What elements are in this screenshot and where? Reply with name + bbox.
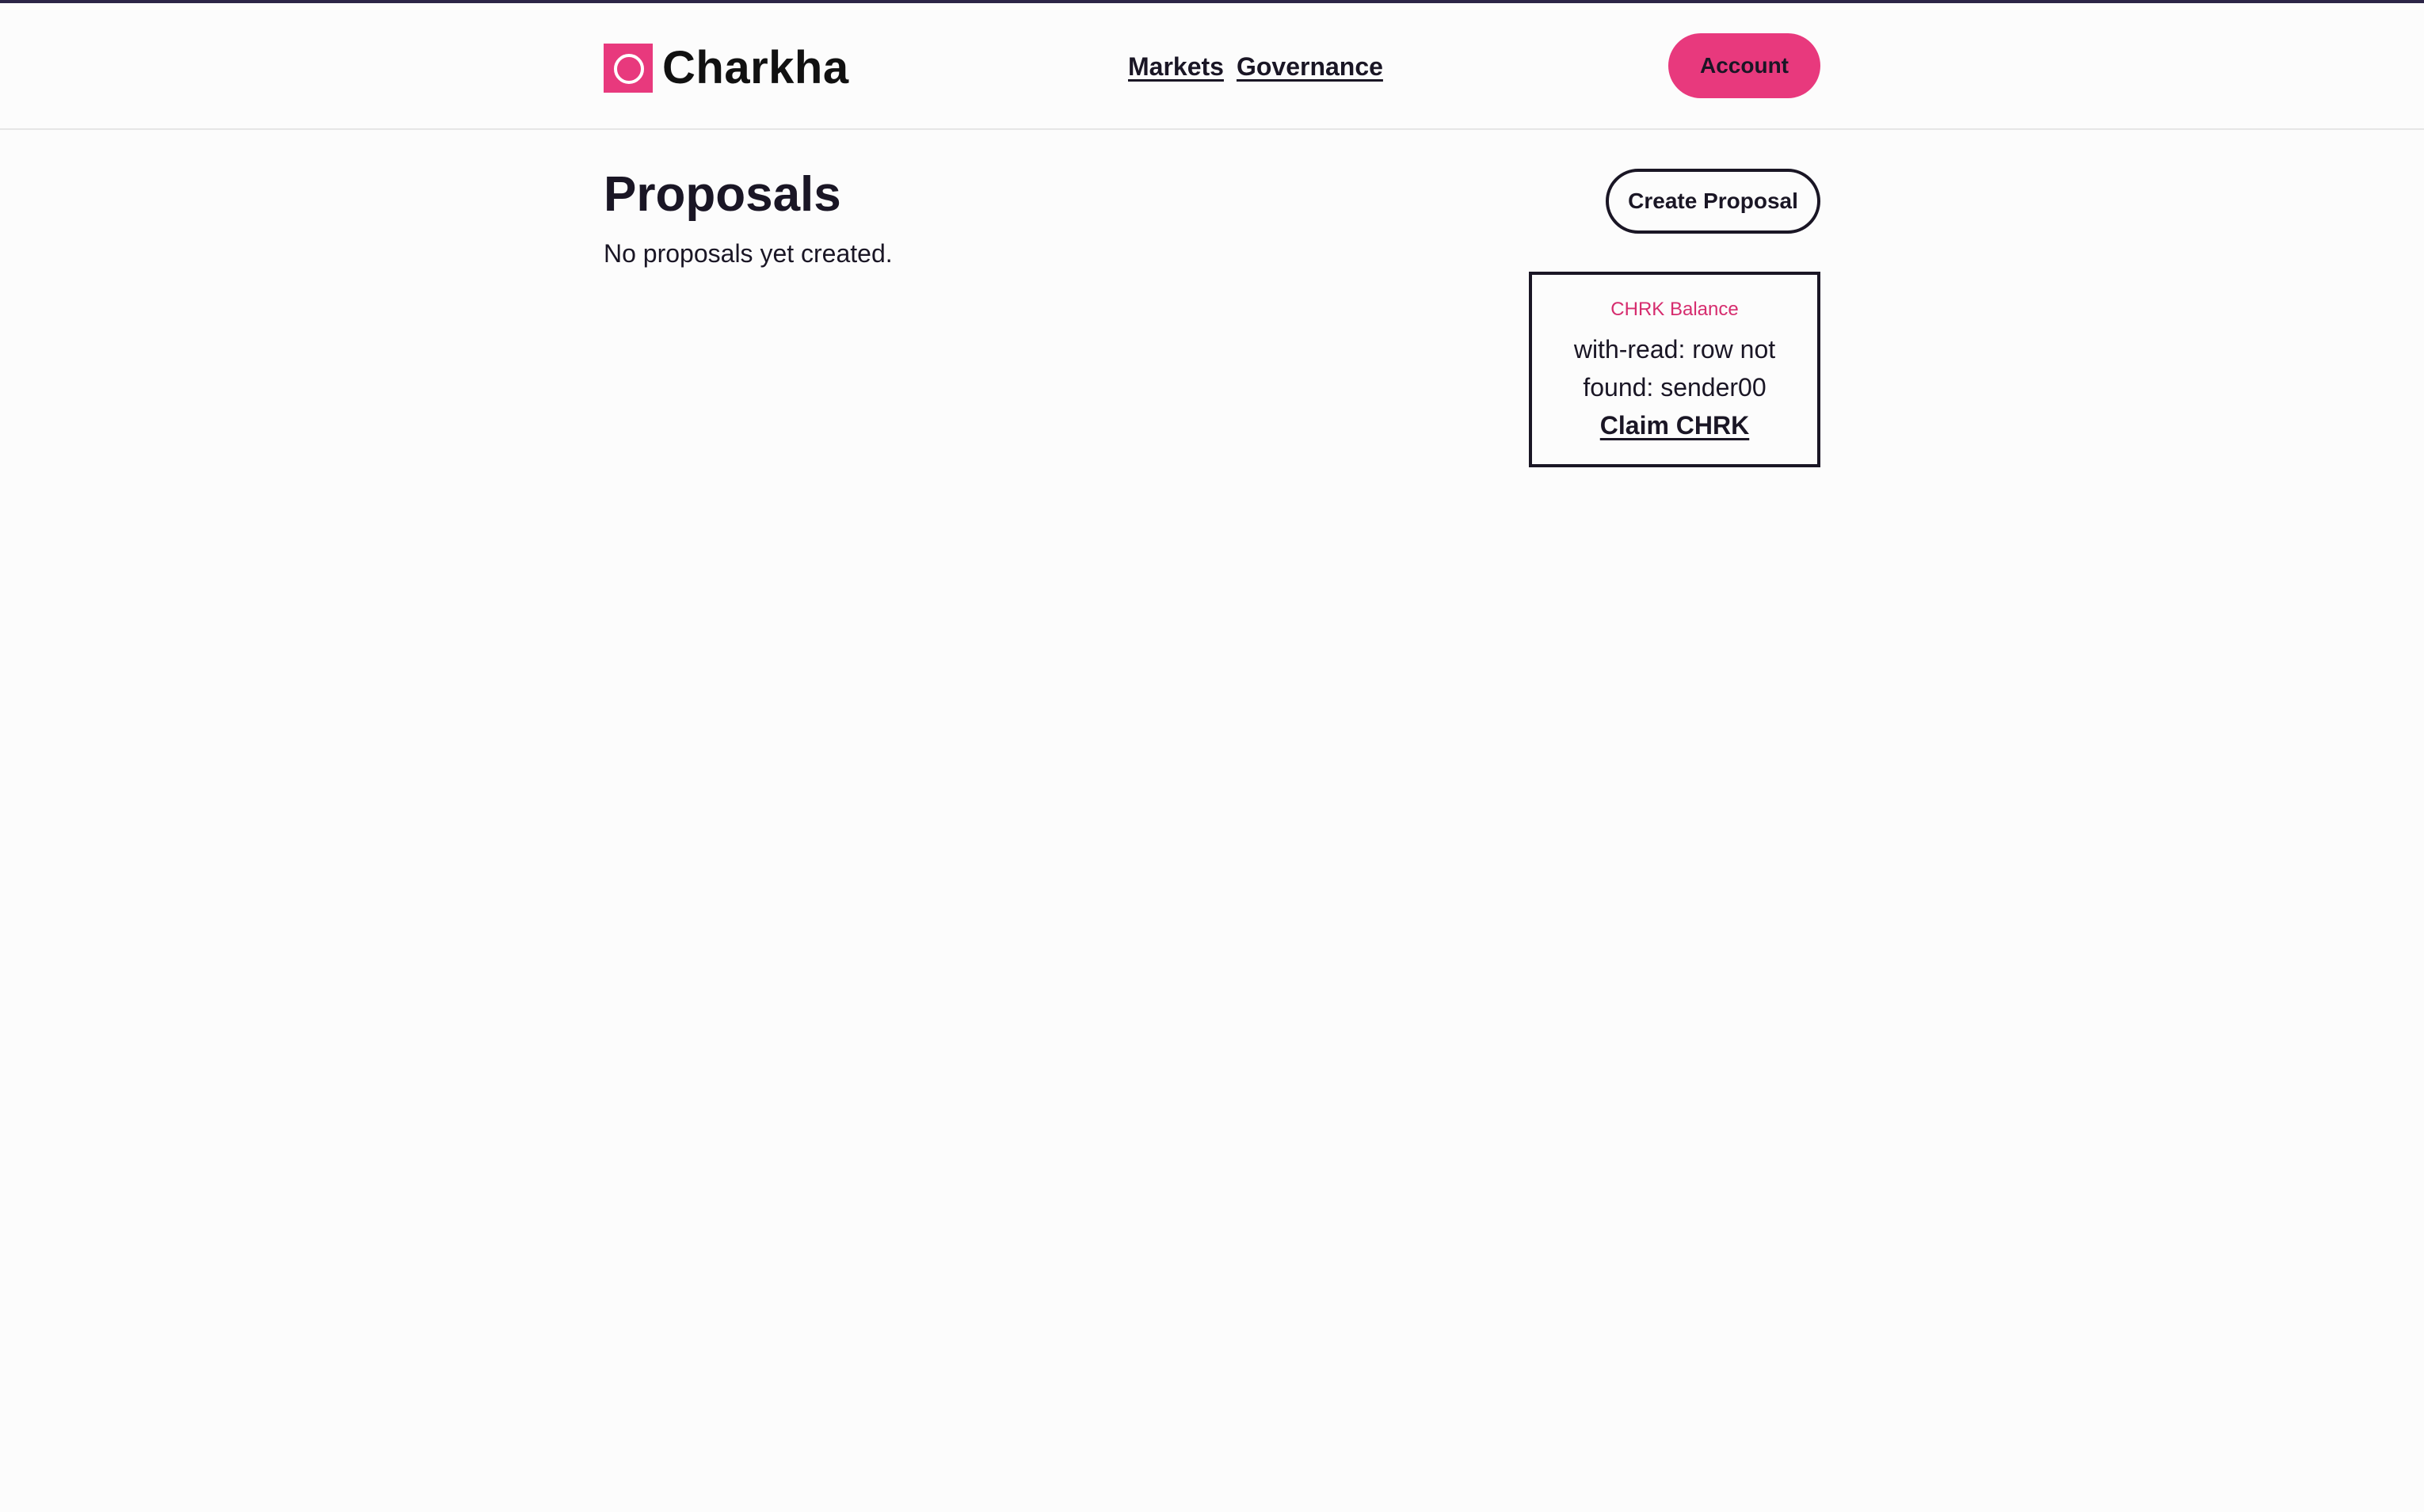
main-nav: Markets Governance [1128, 52, 1383, 82]
brand-name: Charkha [662, 42, 849, 93]
charkha-logo-icon [604, 43, 653, 93]
balance-label: CHRK Balance [1610, 299, 1739, 320]
nav-link-markets[interactable]: Markets [1128, 52, 1224, 82]
account-button[interactable]: Account [1668, 33, 1820, 98]
empty-proposals-message: No proposals yet created. [604, 239, 893, 268]
create-proposal-button[interactable]: Create Proposal [1606, 169, 1820, 234]
page-title: Proposals [604, 167, 841, 222]
brand-logo-link[interactable]: Charkha [604, 41, 849, 94]
site-header: Charkha Markets Governance Account [0, 3, 2424, 130]
balance-error-message: with-read: row not found: sender00 [1573, 335, 1776, 402]
balance-card: CHRK Balance with-read: row not found: s… [1529, 272, 1820, 467]
nav-link-governance[interactable]: Governance [1237, 52, 1383, 82]
claim-chrk-link[interactable]: Claim CHRK [1600, 406, 1749, 444]
